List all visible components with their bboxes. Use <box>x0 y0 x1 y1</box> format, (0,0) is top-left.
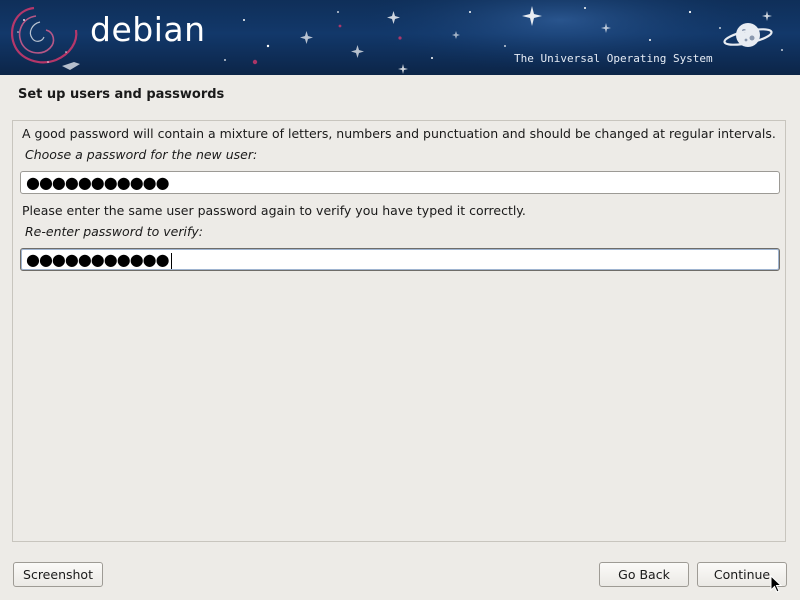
password-masked-value: ●●●●●●●●●●● <box>26 173 170 192</box>
screenshot-button[interactable]: Screenshot <box>13 562 103 587</box>
verify-help-text: Please enter the same user password agai… <box>22 203 526 218</box>
verify-masked-wrapper: ●●●●●●●●●●● <box>26 249 172 270</box>
planet-icon <box>723 23 773 47</box>
mouse-pointer-icon <box>770 575 782 593</box>
content-panel: A good password will contain a mixture o… <box>12 120 786 542</box>
text-caret <box>170 252 172 269</box>
verify-password-field[interactable]: ●●●●●●●●●●● <box>20 248 780 271</box>
password-label: Choose a password for the new user: <box>25 147 258 162</box>
debian-banner: debian The Universal Operating System <box>0 0 800 75</box>
page-title: Set up users and passwords <box>18 87 225 102</box>
banner-tagline: The Universal Operating System <box>514 52 713 65</box>
password-field[interactable]: ●●●●●●●●●●● <box>20 171 780 194</box>
password-help-text: A good password will contain a mixture o… <box>22 126 776 141</box>
verify-masked-value: ●●●●●●●●●●● <box>26 250 170 269</box>
go-back-button[interactable]: Go Back <box>599 562 689 587</box>
debian-swirl-icon <box>10 6 80 70</box>
debian-logo-text: debian <box>90 10 206 49</box>
verify-label: Re-enter password to verify: <box>25 224 203 239</box>
